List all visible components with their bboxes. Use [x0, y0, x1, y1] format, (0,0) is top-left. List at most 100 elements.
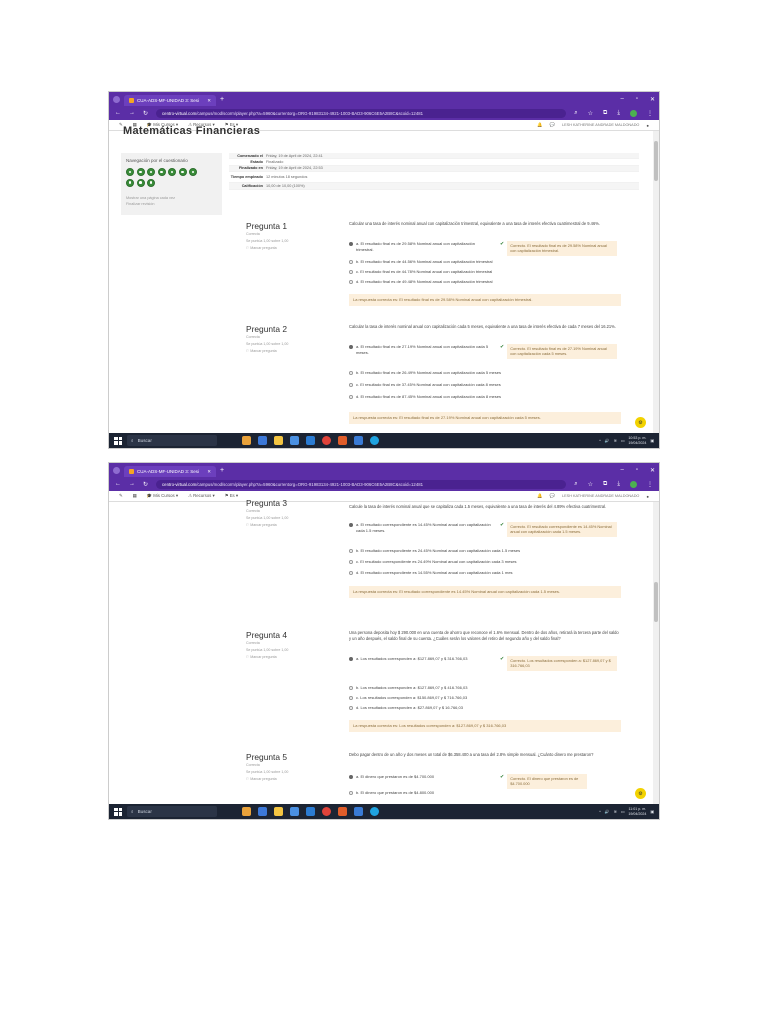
- answer-option[interactable]: d. El resultado final es de 87.45% Nomin…: [349, 394, 634, 400]
- taskbar-clock[interactable]: 11:01 p. m. 19/04/2024: [628, 807, 646, 816]
- zoom-icon[interactable]: ⌕: [574, 110, 577, 117]
- edge-icon[interactable]: [370, 807, 379, 816]
- back-icon[interactable]: ←: [115, 481, 121, 487]
- answer-option[interactable]: c. Los resultados corresponden a: $150.8…: [349, 695, 634, 701]
- radio-button[interactable]: [349, 344, 353, 349]
- windows-start-icon[interactable]: [114, 807, 122, 816]
- pencil-icon[interactable]: ✎: [119, 493, 123, 499]
- wifi-icon[interactable]: ≋: [614, 438, 617, 443]
- radio-button[interactable]: [349, 559, 353, 564]
- taskbar-app-icon[interactable]: [242, 436, 251, 445]
- flag-question-link[interactable]: ⚐ Marcar pregunta: [246, 522, 336, 529]
- battery-icon[interactable]: ▭: [621, 809, 625, 814]
- question-nav-button[interactable]: [147, 168, 155, 176]
- taskbar-search[interactable]: ⌕ Buscar: [127, 435, 217, 446]
- finish-review-link[interactable]: Finalizar revisión: [126, 201, 217, 208]
- taskbar-app-icon[interactable]: [354, 436, 363, 445]
- new-tab-icon[interactable]: +: [220, 467, 224, 474]
- volume-icon[interactable]: 🔊: [605, 438, 610, 443]
- help-button[interactable]: ⚙: [635, 788, 646, 799]
- notifications-icon[interactable]: ▣: [650, 809, 654, 814]
- flag-question-link[interactable]: ⚐ Marcar pregunta: [246, 654, 336, 661]
- volume-icon[interactable]: 🔊: [605, 809, 610, 814]
- menu-dots-icon[interactable]: ⋮: [647, 481, 653, 488]
- message-icon[interactable]: 💬: [550, 493, 555, 499]
- minimize-icon[interactable]: –: [620, 467, 623, 474]
- taskbar-app-icon[interactable]: [354, 807, 363, 816]
- zoom-icon[interactable]: ⌕: [574, 481, 577, 488]
- url-field[interactable]: centro-virtual.com/campus/mod/scorm/play…: [156, 108, 567, 118]
- profile-icon[interactable]: [113, 95, 120, 103]
- close-window-icon[interactable]: ✕: [650, 467, 655, 474]
- word-icon[interactable]: [306, 807, 315, 816]
- new-tab-icon[interactable]: +: [220, 96, 224, 103]
- radio-button[interactable]: [349, 522, 353, 527]
- radio-button[interactable]: [349, 695, 353, 700]
- user-name[interactable]: LESH KATHERINE ANDRADE MALDONADO: [562, 123, 639, 127]
- help-button[interactable]: ⚙: [635, 417, 646, 428]
- chrome-icon[interactable]: [322, 436, 331, 445]
- taskbar-app-icon[interactable]: [290, 807, 299, 816]
- file-explorer-icon[interactable]: [274, 807, 283, 816]
- answer-option[interactable]: a. El resultado final es de 27.19% Nomin…: [349, 344, 634, 359]
- answer-option[interactable]: c. El resultado correspondiente es 24.49…: [349, 559, 634, 565]
- flag-question-link[interactable]: ⚐ Marcar pregunta: [246, 348, 336, 355]
- answer-option[interactable]: a. El resultado final es de 29.58% Nomin…: [349, 241, 634, 256]
- radio-button[interactable]: [349, 259, 353, 264]
- radio-button[interactable]: [349, 656, 353, 661]
- scrollbar[interactable]: [653, 131, 659, 433]
- browser-tab[interactable]: CUA-ADS-MF-UNIDAD 3: Sesi ✕: [124, 95, 216, 106]
- flag-question-link[interactable]: ⚐ Marcar pregunta: [246, 245, 336, 252]
- taskbar-app-icon[interactable]: [258, 807, 267, 816]
- close-tab-icon[interactable]: ✕: [207, 469, 211, 475]
- tray-chevron-icon[interactable]: ^: [599, 810, 601, 814]
- answer-option[interactable]: d. El resultado final es de 49.48% Nomin…: [349, 279, 634, 285]
- reload-icon[interactable]: ↻: [143, 110, 148, 117]
- taskbar-search[interactable]: ⌕ Buscar: [127, 806, 217, 817]
- answer-option[interactable]: a. El resultado correspondiente es 14.45…: [349, 522, 634, 537]
- minimize-icon[interactable]: –: [620, 96, 623, 103]
- answer-option[interactable]: b. El resultado final es de 26.49% Nomin…: [349, 370, 634, 376]
- chrome-icon[interactable]: [322, 807, 331, 816]
- bookmark-star-icon[interactable]: ☆: [588, 110, 593, 117]
- notifications-icon[interactable]: ▣: [650, 438, 654, 443]
- radio-button[interactable]: [349, 570, 353, 575]
- menu-courses[interactable]: 🎓 Mis Cursos ▾: [147, 493, 178, 499]
- answer-option[interactable]: a. Los resultados corresponden a: $127.8…: [349, 656, 634, 671]
- taskbar-app-icon[interactable]: [338, 436, 347, 445]
- extensions-icon[interactable]: ⧉: [603, 481, 607, 488]
- scrollbar-thumb[interactable]: [654, 141, 658, 181]
- answer-option[interactable]: b. El resultado correspondiente es 24.45…: [349, 548, 634, 554]
- reload-icon[interactable]: ↻: [143, 481, 148, 488]
- notification-bell-icon[interactable]: 🔔: [537, 493, 542, 499]
- profile-icon[interactable]: [113, 466, 120, 474]
- taskbar-clock[interactable]: 10:53 p. m. 19/04/2024: [628, 436, 646, 445]
- radio-button[interactable]: [349, 774, 353, 779]
- grid-icon[interactable]: ▦: [133, 493, 137, 499]
- question-nav-button[interactable]: [126, 178, 134, 187]
- radio-button[interactable]: [349, 790, 353, 795]
- user-name[interactable]: LESH KATHERINE ANDRADE MALDONADO: [562, 494, 639, 498]
- radio-button[interactable]: [349, 382, 353, 387]
- maximize-icon[interactable]: ▫: [636, 96, 638, 103]
- taskbar-app-icon[interactable]: [242, 807, 251, 816]
- answer-option[interactable]: d. El resultado correspondiente es 14.55…: [349, 570, 634, 576]
- flag-question-link[interactable]: ⚐ Marcar pregunta: [246, 776, 336, 783]
- user-avatar-icon[interactable]: ●: [646, 123, 649, 128]
- download-icon[interactable]: ⤓: [617, 110, 620, 117]
- question-nav-button[interactable]: [157, 168, 166, 176]
- scrollbar[interactable]: [653, 502, 659, 804]
- answer-option[interactable]: a. El dinero que prestaron es de $4.700.…: [349, 774, 634, 789]
- browser-tab[interactable]: CUA-ADS-MF-UNIDAD 3: Sesi ✕: [124, 466, 216, 477]
- radio-button[interactable]: [349, 241, 353, 246]
- menu-resources[interactable]: ⚠ Recursos ▾: [188, 493, 215, 499]
- message-icon[interactable]: 💬: [550, 122, 555, 128]
- extensions-icon[interactable]: ⧉: [603, 110, 607, 117]
- question-nav-button[interactable]: [178, 168, 187, 176]
- close-window-icon[interactable]: ✕: [650, 96, 655, 103]
- close-tab-icon[interactable]: ✕: [207, 98, 211, 104]
- radio-button[interactable]: [349, 394, 353, 399]
- answer-option[interactable]: c. El resultado final es de 37.45% Nomin…: [349, 382, 634, 388]
- account-avatar[interactable]: [630, 480, 637, 488]
- user-avatar-icon[interactable]: ●: [646, 494, 649, 499]
